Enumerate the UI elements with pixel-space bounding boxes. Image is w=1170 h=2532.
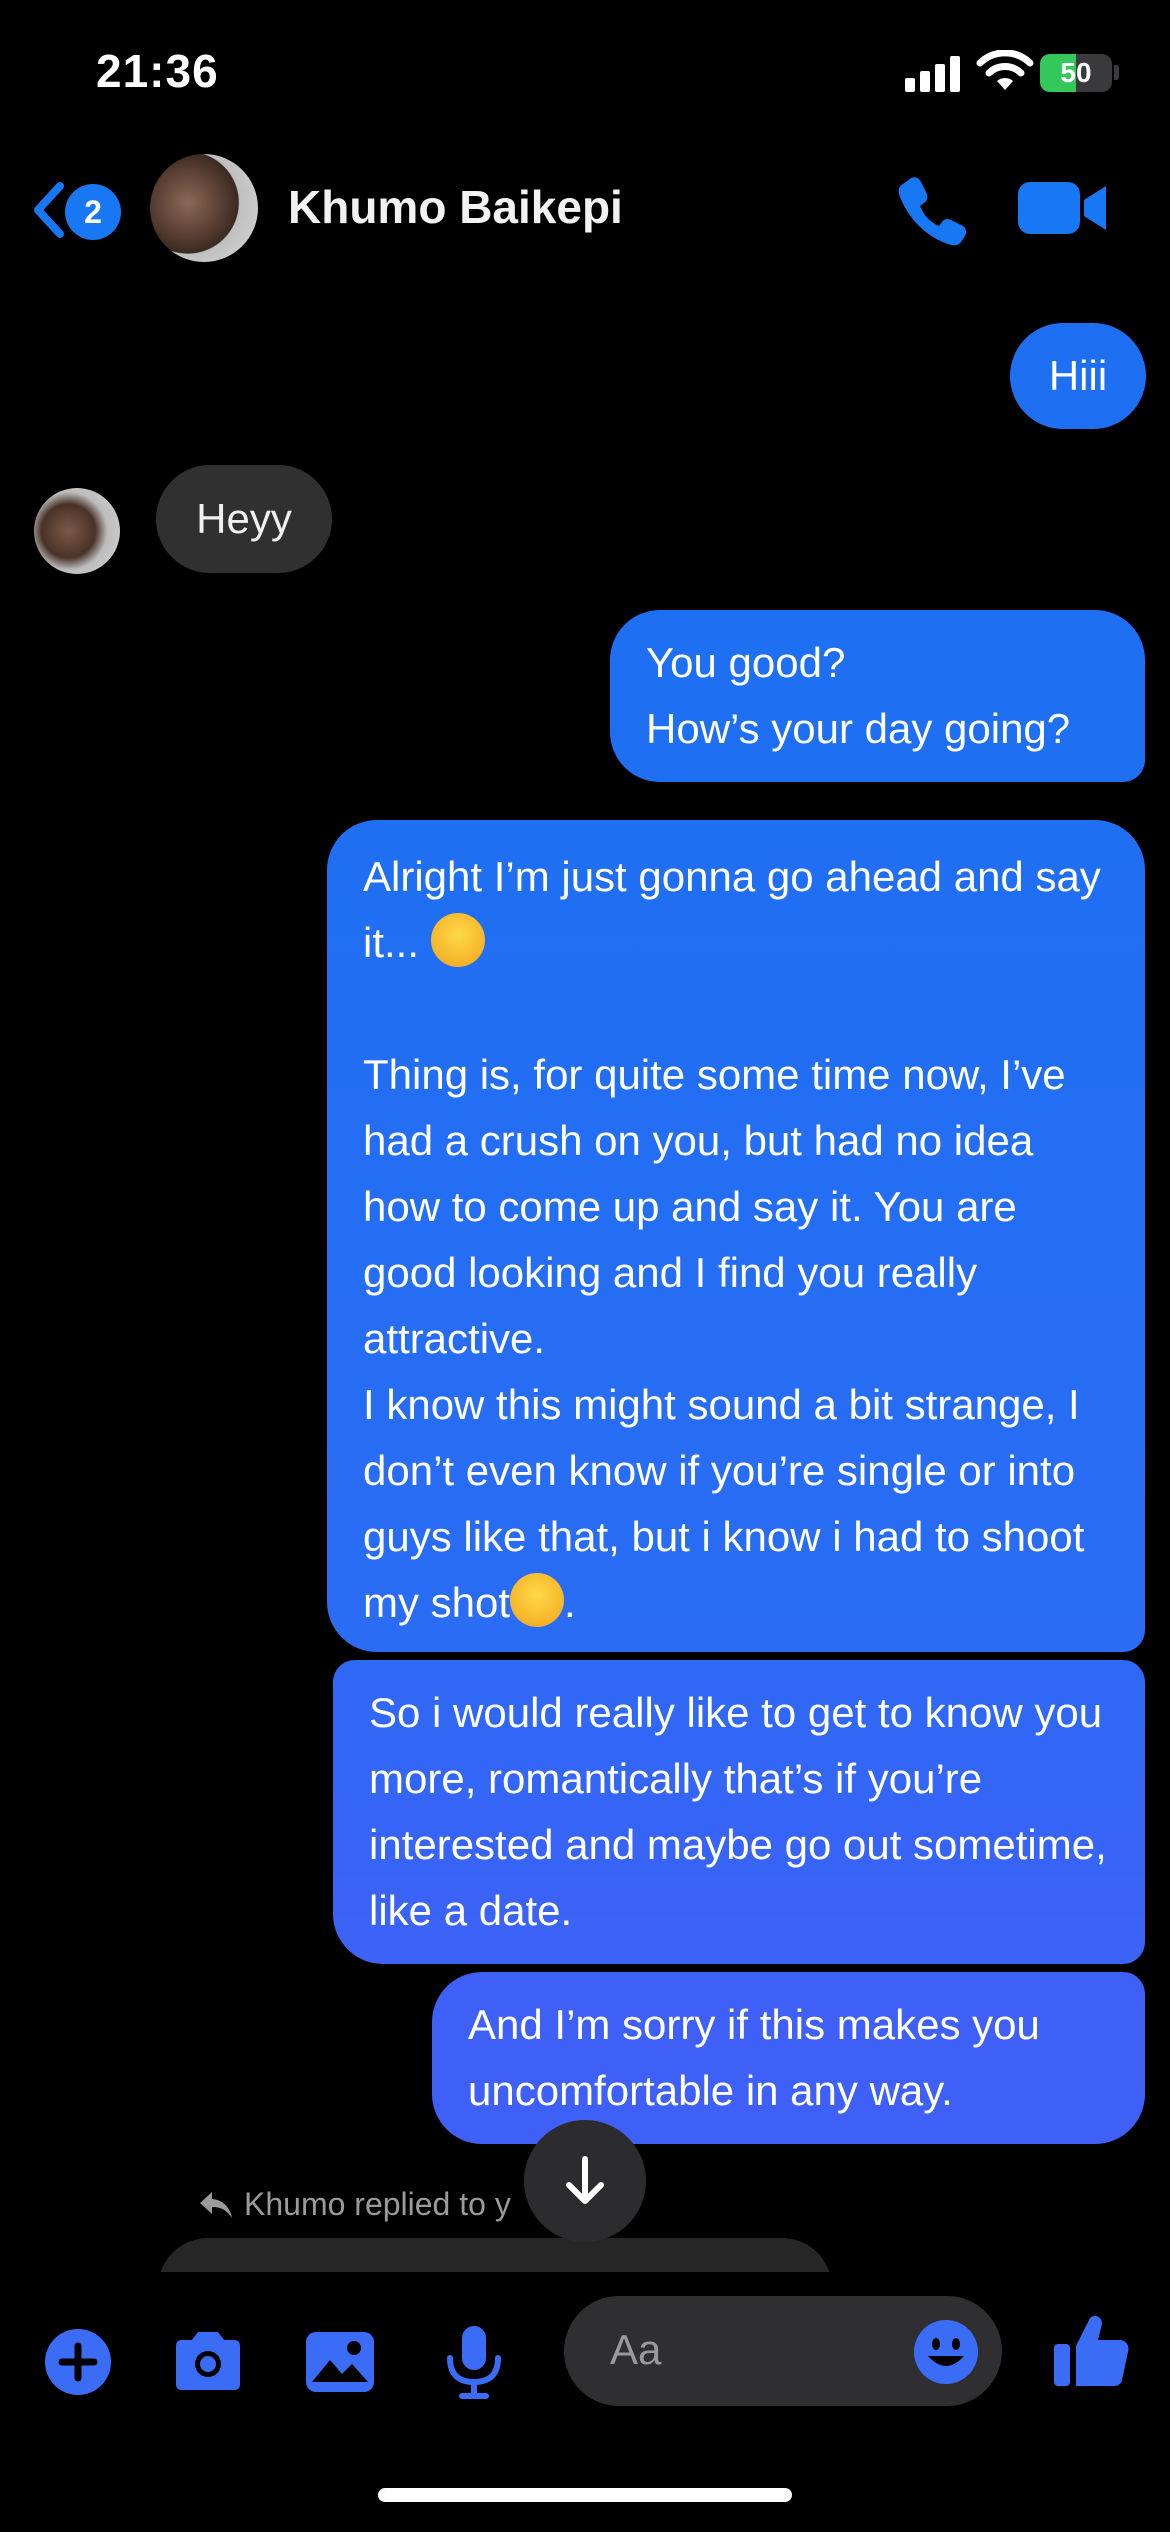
grinning-sweat-emoji-icon bbox=[430, 913, 485, 967]
phone-icon[interactable] bbox=[895, 172, 971, 248]
arrow-down-icon bbox=[566, 2156, 604, 2204]
contact-avatar[interactable] bbox=[150, 154, 258, 262]
outgoing-message[interactable]: Hiii bbox=[1010, 323, 1146, 429]
contact-name[interactable]: Khumo Baikepi bbox=[288, 180, 623, 234]
sender-avatar[interactable] bbox=[34, 488, 120, 574]
photo-icon[interactable] bbox=[300, 2322, 380, 2402]
battery-percent: 50 bbox=[1060, 57, 1092, 88]
plus-icon[interactable] bbox=[38, 2322, 118, 2402]
reply-indicator: Khumo replied to y bbox=[198, 2186, 511, 2223]
reply-text: Khumo replied to y bbox=[244, 2186, 511, 2222]
message-text: . bbox=[564, 1579, 576, 1626]
camera-icon[interactable] bbox=[168, 2322, 248, 2402]
messenger-chat-screen: 21:36 50 2 Khumo Baikepi Hiii Heyy You g… bbox=[0, 0, 1170, 2532]
microphone-icon[interactable] bbox=[434, 2322, 514, 2402]
outgoing-message[interactable]: You good? How’s your day going? bbox=[610, 610, 1145, 782]
wifi-icon bbox=[976, 50, 1034, 90]
back-chevron-icon bbox=[34, 182, 64, 238]
video-camera-icon[interactable] bbox=[1018, 176, 1108, 240]
thumbs-up-icon[interactable] bbox=[1050, 2310, 1132, 2392]
outgoing-message[interactable]: Alright I’m just gonna go ahead and say … bbox=[327, 820, 1145, 1652]
battery-cap bbox=[1114, 65, 1119, 80]
outgoing-message[interactable]: And I’m sorry if this makes you uncomfor… bbox=[432, 1972, 1145, 2144]
home-indicator bbox=[378, 2488, 792, 2502]
message-input[interactable]: Aa bbox=[564, 2296, 1002, 2406]
message-text: Thing is, for quite some time now, I’ve … bbox=[363, 1051, 1085, 1626]
emoji-icon[interactable] bbox=[912, 2318, 980, 2386]
incoming-message[interactable]: Heyy bbox=[156, 465, 332, 573]
chat-header: 2 Khumo Baikepi bbox=[0, 150, 1170, 270]
reply-arrow-icon bbox=[200, 2191, 232, 2218]
back-button[interactable]: 2 bbox=[20, 170, 130, 250]
message-input-placeholder: Aa bbox=[610, 2326, 662, 2373]
grinning-sweat-emoji-icon bbox=[510, 1573, 565, 1627]
status-bar: 21:36 50 bbox=[0, 0, 1170, 150]
status-time: 21:36 bbox=[96, 45, 219, 97]
battery-indicator: 50 bbox=[1040, 54, 1112, 92]
scroll-to-bottom-button[interactable] bbox=[524, 2120, 646, 2242]
cellular-signal-icon bbox=[905, 56, 960, 92]
outgoing-message[interactable]: So i would really like to get to know yo… bbox=[333, 1660, 1145, 1964]
unread-count-badge: 2 bbox=[65, 184, 121, 240]
